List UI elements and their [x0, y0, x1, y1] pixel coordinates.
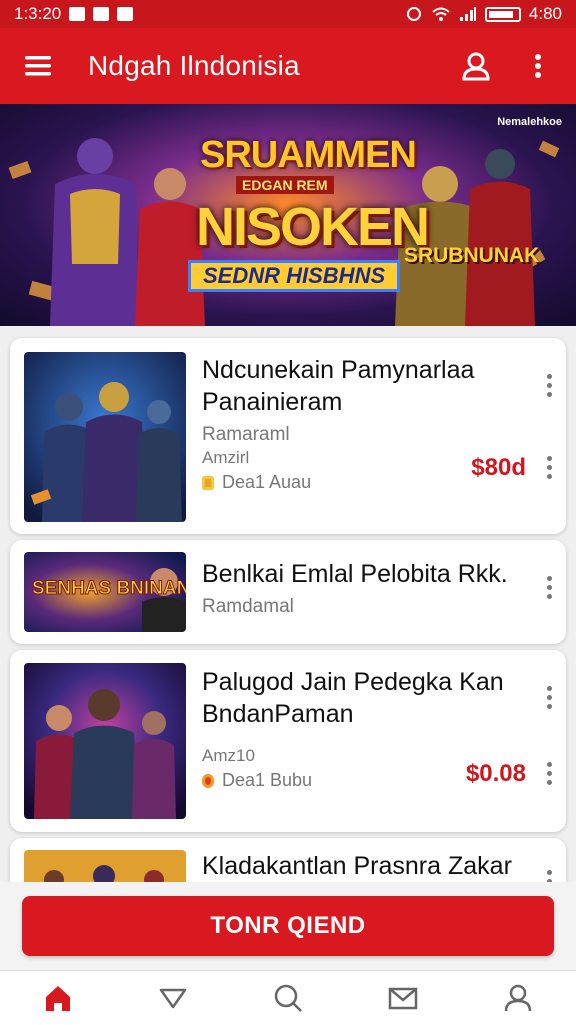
item-meta-label: Amz10	[202, 746, 255, 765]
list-item[interactable]: Palugod Jain Pedegka Kan BndanPaman Amz1…	[10, 650, 566, 832]
more-vertical-icon	[535, 54, 541, 78]
search-icon	[274, 984, 302, 1012]
item-thumbnail	[24, 663, 186, 819]
app-bar: Ndgah Ilndonisia	[0, 28, 576, 104]
item-subtitle: Ramaraml	[202, 424, 290, 445]
notification-icon	[93, 7, 110, 21]
location-icon	[406, 7, 421, 21]
item-meta-label: Amzirl	[202, 448, 250, 467]
item-price: $80d	[471, 454, 526, 481]
more-vertical-icon[interactable]	[546, 762, 552, 785]
item-thumbnail: SENHAS BNINAN	[24, 552, 186, 632]
item-title: Kladakantlan Prasnra Zakar	[202, 852, 512, 880]
more-vertical-icon[interactable]	[546, 374, 552, 397]
banner-logo-text: NISOKEN	[196, 197, 430, 257]
item-price: $0.08	[465, 760, 526, 787]
item-subtitle: Ramdamal	[202, 596, 294, 617]
status-time: 1:3:20	[14, 4, 62, 23]
item-tag-text: Dea1 Auau	[222, 472, 312, 492]
more-vertical-icon[interactable]	[546, 686, 552, 709]
item-thumbnail	[24, 352, 186, 522]
tag-icon	[202, 475, 214, 490]
menu-button[interactable]	[18, 46, 58, 86]
nav-inbox[interactable]	[373, 971, 433, 1025]
notification-icon	[117, 7, 134, 21]
home-icon	[45, 986, 70, 1011]
banner-headline: SRUAMMEN	[200, 134, 417, 176]
nav-home[interactable]	[28, 971, 88, 1025]
battery-icon	[484, 6, 521, 22]
nav-search[interactable]	[258, 971, 318, 1025]
item-title: Palugod Jain Pedegka Kan BndanPaman	[202, 668, 504, 728]
list-item[interactable]: Ndcunekain Pamynarlaa Panainieram Ramara…	[10, 338, 566, 534]
banner-tagline: EDGAN REM	[236, 176, 334, 194]
banner-watermark: Nemalehkoe	[497, 116, 562, 128]
banner-subtitle: SEDNR HISBHNS	[188, 260, 401, 292]
user-icon	[462, 52, 490, 81]
nav-deals[interactable]	[143, 971, 203, 1025]
mail-icon	[388, 987, 418, 1010]
item-tag: Dea1 Bubu	[202, 770, 312, 791]
app-title: Ndgah Ilndonisia	[88, 50, 300, 81]
hamburger-icon	[25, 56, 51, 76]
profile-icon	[505, 984, 532, 1012]
list-item[interactable]: SENHAS BNINAN Benlkai Emlal Pelobita Rkk…	[10, 540, 566, 644]
wifi-icon	[432, 7, 450, 21]
cta-button[interactable]: TONR QIEND	[22, 896, 554, 956]
status-bar: 1:3:20 4:80	[0, 0, 576, 28]
status-clock: 4:80	[528, 4, 562, 23]
overflow-menu-button[interactable]	[518, 46, 558, 86]
tag-icon	[159, 988, 187, 1009]
nav-profile[interactable]	[488, 971, 548, 1025]
tag-icon	[202, 773, 214, 788]
more-vertical-icon[interactable]	[546, 576, 552, 599]
signal-icon	[459, 7, 476, 21]
item-tag: Dea1 Auau	[202, 472, 311, 493]
thumbnail-text: SENHAS BNINAN	[32, 578, 186, 599]
more-vertical-icon[interactable]	[546, 456, 552, 479]
item-title: Benlkai Emlal Pelobita Rkk.	[202, 560, 508, 588]
item-tag-text: Dea1 Bubu	[222, 770, 313, 790]
bottom-nav	[0, 970, 576, 1025]
item-title: Ndcunekain Pamynarlaa Panainieram	[202, 356, 475, 416]
promo-banner[interactable]: Nemalehkoe SRUAMMEN EDGAN REM NISOKEN SE…	[0, 104, 576, 326]
banner-side-text: SRUBNUNAK	[404, 244, 540, 267]
profile-button[interactable]	[456, 46, 496, 86]
notification-icon	[69, 7, 86, 21]
